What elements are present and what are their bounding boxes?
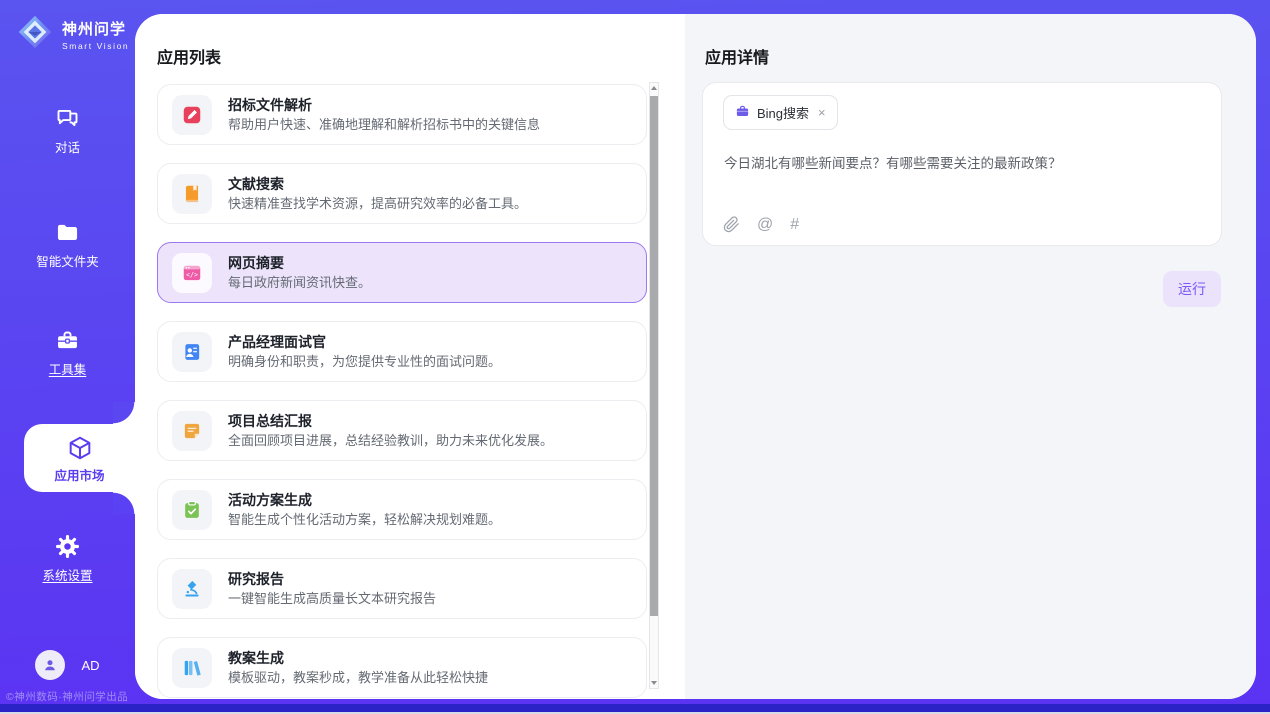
research-icon <box>172 569 212 609</box>
scroll-up-arrow[interactable] <box>650 83 658 93</box>
app-list-scrollbar[interactable] <box>649 82 659 689</box>
book-icon <box>172 174 212 214</box>
avatar <box>35 650 65 680</box>
tool-tag-label: Bing搜索 <box>757 103 809 122</box>
sidebar-item-label: 工具集 <box>49 364 87 377</box>
prompt-input-card[interactable]: Bing搜索 × 今日湖北有哪些新闻要点？有哪些需要关注的最新政策？ @ # <box>702 82 1222 246</box>
sidebar-item-label: 智能文件夹 <box>36 256 99 269</box>
sidebar-item-label: 对话 <box>55 142 80 155</box>
app-detail-panel: 应用详情 Bing搜索 × 今日湖北有哪些新闻要点？有哪些需要关注的最新政策？ <box>685 14 1256 699</box>
browser-code-icon: </> <box>172 253 212 293</box>
app-name: 项目总结汇报 <box>228 414 553 428</box>
scroll-down-arrow[interactable] <box>650 678 658 688</box>
app-list-title: 应用列表 <box>157 44 221 68</box>
cube-icon <box>66 434 94 465</box>
sidebar-item-app-market[interactable]: 应用市场 <box>24 424 135 492</box>
toolbox-icon <box>54 327 81 357</box>
gear-icon <box>54 533 81 563</box>
chat-icon <box>54 105 81 135</box>
person-doc-icon <box>172 332 212 372</box>
app-card[interactable]: 研究报告 一键智能生成高质量长文本研究报告 <box>157 558 647 619</box>
app-card[interactable]: 活动方案生成 智能生成个性化活动方案，轻松解决规划难题。 <box>157 479 647 540</box>
brand-name: 神州问学 <box>62 18 129 39</box>
app-name: 招标文件解析 <box>228 98 540 112</box>
app-description: 智能生成个性化活动方案，轻松解决规划难题。 <box>228 513 501 526</box>
app-description: 快速精准查找学术资源，提高研究效率的必备工具。 <box>228 197 527 210</box>
person-icon <box>41 656 59 674</box>
app-name: 产品经理面试官 <box>228 335 501 349</box>
clipboard-icon <box>172 490 212 530</box>
app-description: 模板驱动，教案秒成，教学准备从此轻松快捷 <box>228 671 488 684</box>
sidebar-item-label: 系统设置 <box>42 570 92 583</box>
edit-doc-icon <box>172 95 212 135</box>
brand-subtitle: Smart Vision <box>62 41 129 51</box>
sidebar: 神州问学 Smart Vision 对话 智能文件夹 <box>0 0 135 714</box>
app-description: 全面回顾项目进展，总结经验教训，助力未来优化发展。 <box>228 434 553 447</box>
prompt-text[interactable]: 今日湖北有哪些新闻要点？有哪些需要关注的最新政策？ <box>724 152 1201 172</box>
app-description: 每日政府新闻资讯快查。 <box>228 276 371 289</box>
app-name: 活动方案生成 <box>228 493 501 507</box>
note-icon <box>172 411 212 451</box>
svg-text:</>: </> <box>186 270 198 278</box>
sidebar-item-settings[interactable]: 系统设置 <box>0 533 135 583</box>
folder-icon <box>54 219 81 249</box>
sidebar-item-chat[interactable]: 对话 <box>0 105 135 155</box>
user-profile[interactable]: AD <box>0 650 135 680</box>
app-card[interactable]: 教案生成 模板驱动，教案秒成，教学准备从此轻松快捷 <box>157 637 647 698</box>
app-description: 一键智能生成高质量长文本研究报告 <box>228 592 436 605</box>
gem-logo-icon <box>16 13 54 56</box>
scrollbar-thumb[interactable] <box>650 96 658 616</box>
app-card[interactable]: 文献搜索 快速精准查找学术资源，提高研究效率的必备工具。 <box>157 163 647 224</box>
content-area: 应用列表 招标文件解析 帮助用户快速、准确地理解和解析招标书中的关键信息 文献搜… <box>135 14 1256 699</box>
sidebar-item-smart-folder[interactable]: 智能文件夹 <box>0 219 135 269</box>
active-tab-curve-top <box>113 402 135 424</box>
app-name: 网页摘要 <box>228 256 371 270</box>
app-card[interactable]: 招标文件解析 帮助用户快速、准确地理解和解析招标书中的关键信息 <box>157 84 647 145</box>
app-description: 帮助用户快速、准确地理解和解析招标书中的关键信息 <box>228 118 540 131</box>
active-tab-curve-bottom <box>113 492 135 514</box>
app-name: 文献搜索 <box>228 177 527 191</box>
tool-tag-bing-search[interactable]: Bing搜索 × <box>723 95 838 130</box>
app-detail-title: 应用详情 <box>705 44 769 68</box>
user-name: AD <box>81 658 99 673</box>
books-icon <box>172 648 212 688</box>
app-list: 招标文件解析 帮助用户快速、准确地理解和解析招标书中的关键信息 文献搜索 快速精… <box>157 84 647 699</box>
app-name: 教案生成 <box>228 651 488 665</box>
input-toolbar: @ # <box>723 216 799 233</box>
bottom-bar <box>0 704 1270 712</box>
app-card[interactable]: 项目总结汇报 全面回顾项目进展，总结经验教训，助力未来优化发展。 <box>157 400 647 461</box>
sidebar-item-label: 应用市场 <box>54 470 104 483</box>
copyright-text: ©神州数码·神州问学出品 <box>6 689 128 704</box>
briefcase-icon <box>735 104 750 122</box>
app-card[interactable]: 产品经理面试官 明确身份和职责，为您提供专业性的面试问题。 <box>157 321 647 382</box>
app-description: 明确身份和职责，为您提供专业性的面试问题。 <box>228 355 501 368</box>
app-list-panel: 应用列表 招标文件解析 帮助用户快速、准确地理解和解析招标书中的关键信息 文献搜… <box>135 14 685 699</box>
attachment-icon[interactable] <box>723 216 740 233</box>
app-card[interactable]: </> 网页摘要 每日政府新闻资讯快查。 <box>157 242 647 303</box>
hash-icon[interactable]: # <box>790 217 799 233</box>
run-button[interactable]: 运行 <box>1163 271 1221 307</box>
sidebar-item-toolset[interactable]: 工具集 <box>0 327 135 377</box>
mention-icon[interactable]: @ <box>757 217 773 233</box>
app-name: 研究报告 <box>228 572 436 586</box>
brand-logo: 神州问学 Smart Vision <box>16 13 129 56</box>
close-icon[interactable]: × <box>818 105 826 120</box>
